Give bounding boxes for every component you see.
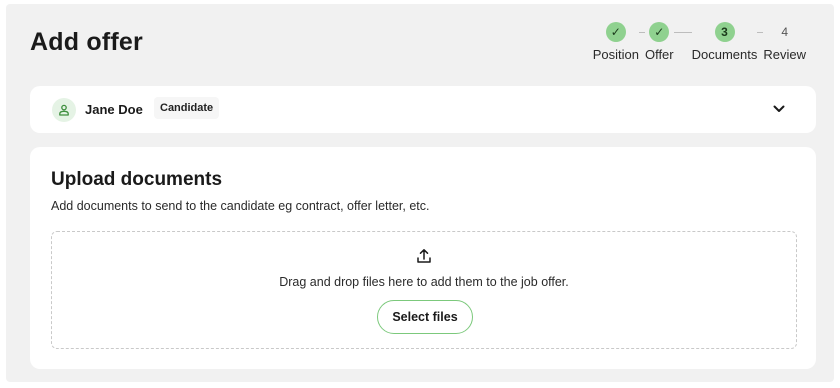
candidate-card[interactable]: Jane Doe Candidate	[30, 86, 816, 133]
step-review-label: Review	[763, 47, 806, 62]
page-background: Add offer ✓ Position ✓ Offer 3 Documents…	[6, 4, 834, 382]
chevron-down-icon[interactable]	[772, 103, 786, 115]
step-position-label: Position	[592, 47, 639, 62]
upload-title: Upload documents	[51, 169, 223, 190]
dropzone-text: Drag and drop files here to add them to …	[279, 275, 569, 289]
select-files-button[interactable]: Select files	[377, 300, 473, 334]
progress-stepper: ✓ Position ✓ Offer 3 Documents 4 Review	[593, 22, 806, 62]
step-documents-number: 3	[714, 22, 735, 42]
step-offer-check-icon: ✓	[649, 22, 670, 42]
step-documents[interactable]: 3 Documents	[691, 22, 758, 62]
step-documents-label: Documents	[691, 47, 758, 62]
step-review[interactable]: 4 Review	[763, 22, 806, 62]
file-dropzone[interactable]: Drag and drop files here to add them to …	[51, 231, 797, 349]
candidate-name: Jane Doe	[85, 102, 143, 117]
step-connector	[673, 32, 692, 33]
person-icon	[52, 98, 76, 122]
step-position[interactable]: ✓ Position	[593, 22, 639, 62]
step-position-check-icon: ✓	[605, 22, 626, 42]
step-review-number: 4	[781, 25, 789, 39]
upload-icon	[415, 247, 433, 265]
upload-documents-card: Upload documents Add documents to send t…	[30, 147, 816, 369]
upload-description: Add documents to send to the candidate e…	[51, 199, 430, 213]
step-offer[interactable]: ✓ Offer	[645, 22, 674, 62]
candidate-badge: Candidate	[154, 97, 220, 119]
step-offer-label: Offer	[644, 47, 674, 62]
page-title: Add offer	[30, 28, 143, 56]
